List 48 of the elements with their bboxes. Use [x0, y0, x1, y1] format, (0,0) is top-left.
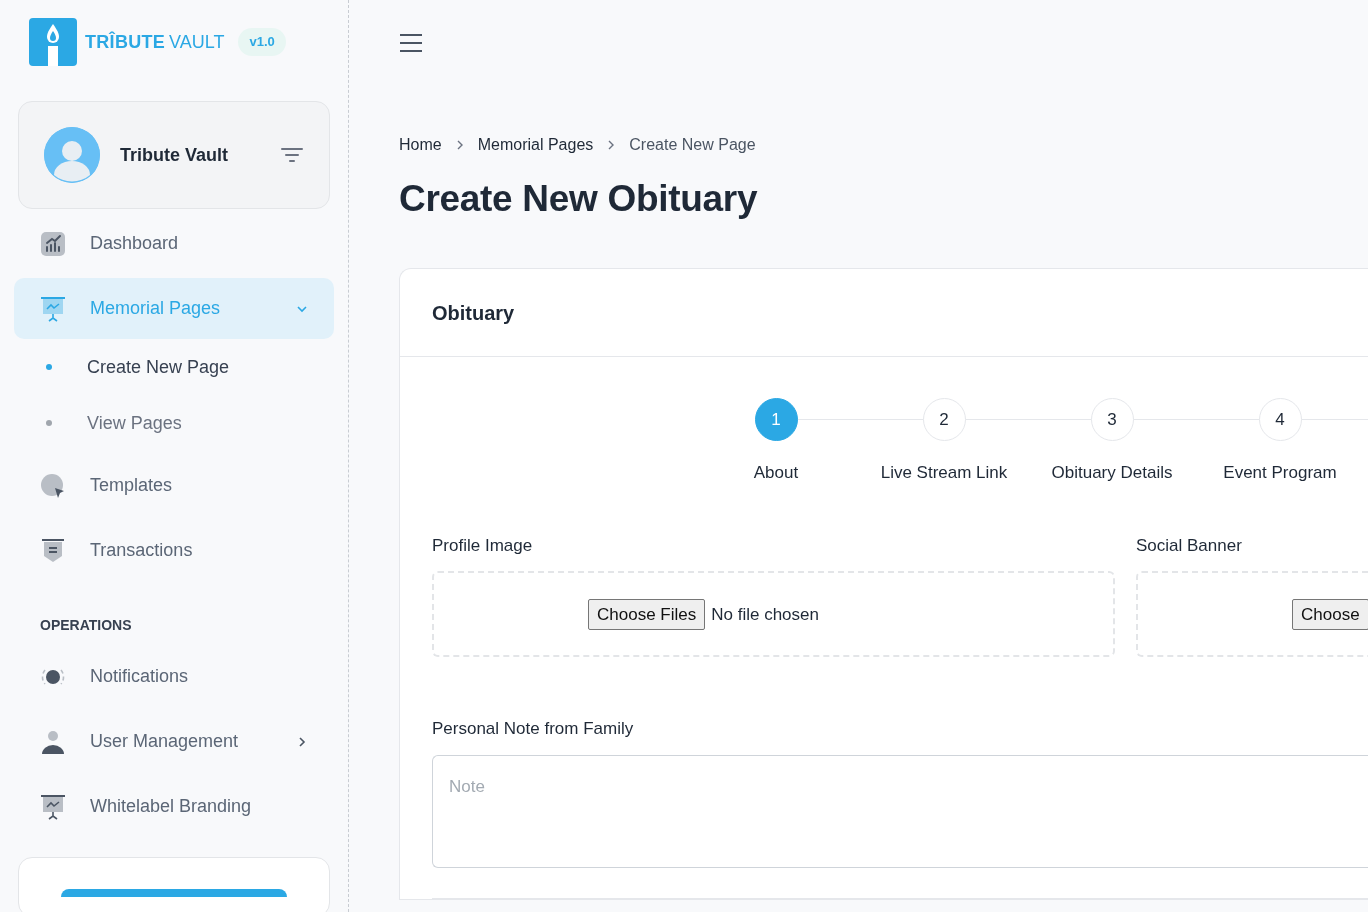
choose-files-button[interactable]: Choose [1292, 598, 1368, 631]
chevron-right-icon [296, 735, 308, 748]
version-badge: v1.0 [238, 28, 286, 56]
file-status: No file chosen [711, 603, 819, 626]
avatar-icon [44, 127, 100, 183]
user-icon [40, 728, 66, 755]
chevron-right-icon [607, 139, 616, 151]
upload-dropzone[interactable]: Choose Files No file chosen [432, 571, 1115, 658]
shield-list-icon [40, 537, 66, 564]
step-label: About [753, 462, 799, 485]
sidebar-subitem[interactable]: View Pages [14, 395, 334, 451]
brand-name-suffix: VAULT [169, 30, 225, 54]
sidebar-item[interactable]: Whitelabel Branding [14, 776, 334, 837]
upload-dropzone[interactable]: Choose [1136, 571, 1368, 658]
choose-files-button[interactable]: Choose Files [588, 598, 706, 631]
cursor-circle-icon [40, 472, 66, 499]
sidebar-item[interactable]: User Management [14, 711, 334, 772]
card-title: Obituary [400, 269, 1368, 358]
menu-icon [399, 32, 423, 54]
sidebar-item[interactable]: Transactions [14, 520, 334, 581]
chevron-right-icon [455, 139, 464, 151]
sidebar-subitem[interactable]: Create New Page [14, 339, 334, 395]
breadcrumb-current: Create New Page [629, 135, 756, 155]
note-field[interactable]: Note [432, 754, 1368, 868]
step-label: Obituary Details [1051, 462, 1173, 485]
section-heading: OPERATIONS [39, 616, 133, 635]
brand-name: TRÎBUTE [85, 30, 166, 54]
chart-icon [40, 230, 66, 257]
step-number[interactable]: 4 [1258, 398, 1302, 442]
field-label: Social Banner [1136, 534, 1243, 557]
profile-name: Tribute Vault [120, 143, 230, 167]
sidebar-item[interactable]: Notifications [14, 646, 334, 707]
step-number[interactable]: 3 [1090, 398, 1134, 442]
sidebar-item[interactable]: Dashboard [14, 213, 334, 274]
sidebar-item[interactable]: Templates [14, 455, 334, 516]
field-label: Profile Image [432, 534, 534, 557]
step-number[interactable]: 2 [922, 398, 966, 442]
filter-icon [280, 147, 304, 163]
action-button[interactable] [61, 889, 287, 897]
candle-logo-icon [29, 18, 77, 66]
step-label: Live Stream Link [880, 462, 1008, 485]
presentation-board-icon [40, 295, 66, 322]
field-label: Personal Note from Family [432, 718, 635, 741]
step-label: Event Program [1223, 462, 1337, 485]
breadcrumb-link[interactable]: Memorial Pages [477, 133, 594, 157]
presentation-board-icon [40, 793, 66, 820]
page-title: Create New Obituary [399, 177, 759, 221]
breadcrumb-link[interactable]: Home [399, 133, 442, 157]
